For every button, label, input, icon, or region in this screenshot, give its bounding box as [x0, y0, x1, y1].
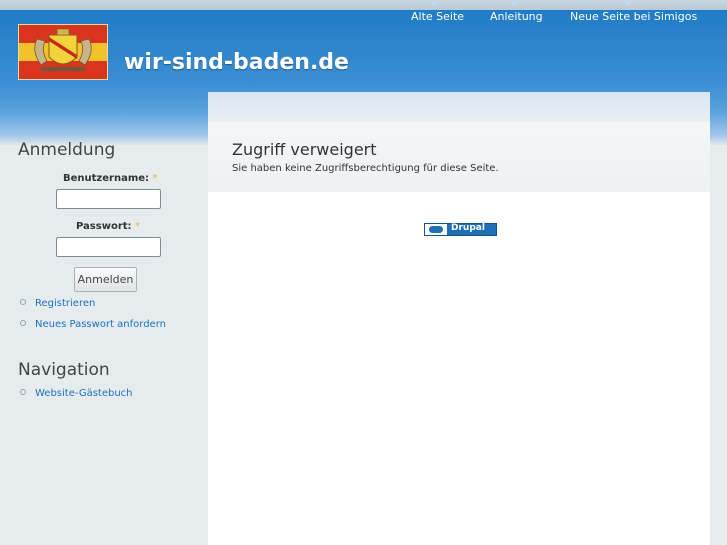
- required-mark: *: [152, 173, 158, 184]
- drupal-badge[interactable]: Drupal: [424, 223, 497, 236]
- primary-link-alte-seite[interactable]: Alte Seite: [411, 10, 464, 23]
- nav-item-guestbook-label: Website-Gästebuch: [35, 388, 133, 399]
- notch-marker: [622, 0, 634, 6]
- request-password-link[interactable]: Neues Passwort anfordern: [20, 319, 166, 330]
- required-mark: *: [135, 221, 141, 232]
- navigation-block-title: Navigation: [18, 360, 110, 380]
- bullet-icon: [20, 299, 26, 305]
- username-label: Benutzername: *: [63, 173, 158, 184]
- password-label-text: Passwort:: [76, 221, 132, 232]
- access-denied-message: Sie haben keine Zugriffsberechtigung für…: [232, 163, 499, 174]
- password-input[interactable]: [56, 237, 161, 257]
- notch-marker: [508, 0, 520, 6]
- primary-link-neue-seite[interactable]: Neue Seite bei Simigos: [570, 10, 697, 23]
- primary-link-anleitung[interactable]: Anleitung: [490, 10, 543, 23]
- register-link-label: Registrieren: [35, 298, 96, 309]
- login-block-title: Anmeldung: [18, 140, 116, 160]
- username-label-text: Benutzername:: [63, 173, 150, 184]
- register-link[interactable]: Registrieren: [20, 298, 95, 309]
- drupal-drop-icon: [425, 224, 447, 235]
- bullet-icon: [20, 389, 26, 395]
- content-top-band: [208, 92, 710, 122]
- site-name[interactable]: wir-sind-baden.de: [124, 50, 349, 75]
- drupal-badge-label: Drupal: [451, 223, 485, 233]
- login-button[interactable]: Anmelden: [74, 267, 137, 292]
- request-password-link-label: Neues Passwort anfordern: [35, 319, 166, 330]
- bullet-icon: [20, 320, 26, 326]
- username-input[interactable]: [56, 189, 161, 209]
- nav-item-guestbook[interactable]: Website-Gästebuch: [20, 388, 133, 399]
- page-title: Zugriff verweigert: [232, 140, 377, 159]
- password-label: Passwort: *: [76, 221, 140, 232]
- notch-marker: [428, 0, 440, 6]
- primary-links: Alte Seite Anleitung Neue Seite bei Simi…: [0, 0, 727, 40]
